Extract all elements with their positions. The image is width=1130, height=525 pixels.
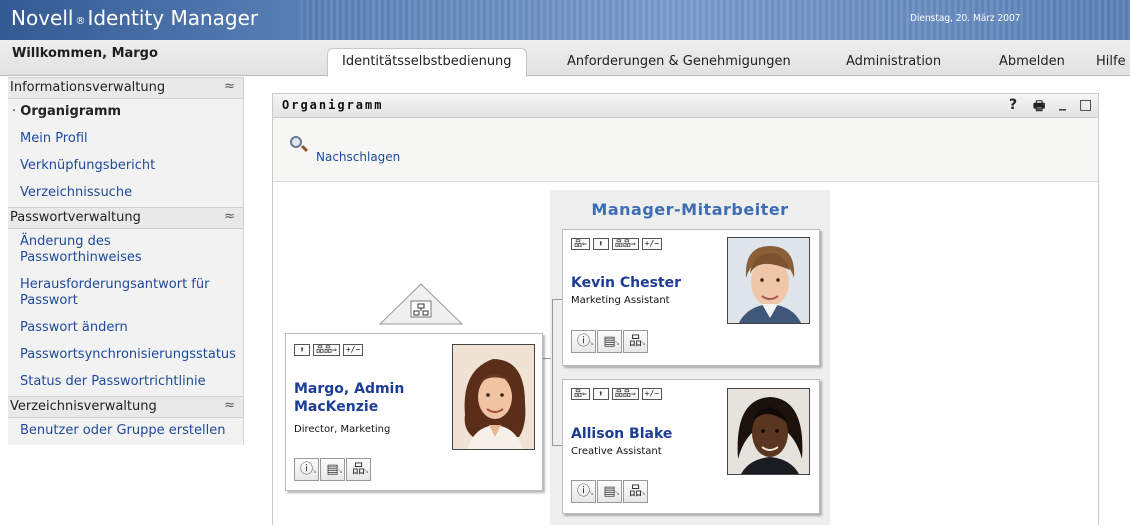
section-body-password: Änderung des Passworthinweises Herausfor…: [8, 229, 244, 396]
collapse-chevron-icon[interactable]: ≈: [224, 398, 235, 413]
person-name-line1: Margo, Admin: [294, 381, 405, 397]
show-manager-button[interactable]: 品⇐: [571, 238, 590, 250]
connector-line: [543, 358, 551, 359]
maximize-icon[interactable]: □: [1079, 97, 1092, 113]
sidebar-item-my-profile[interactable]: Mein Profil: [8, 126, 243, 153]
person-title: Creative Assistant: [571, 446, 662, 457]
show-manager-triangle-icon[interactable]: [379, 283, 463, 325]
tab-administration[interactable]: Administration: [846, 54, 941, 69]
expand-reports-button[interactable]: 品品⇒: [313, 344, 340, 356]
connector-line: [552, 299, 553, 445]
sidebar-item-change-password[interactable]: Passwort ändern: [8, 315, 243, 342]
info-icon[interactable]: ⓘ ↘: [294, 458, 319, 481]
card-action-icons: ⓘ ↘ ▤ ↘ 品 ↘: [571, 330, 649, 353]
print-icon[interactable]: 🖶: [1033, 97, 1045, 119]
sidebar-item-link-report[interactable]: Verknüpfungsbericht: [8, 153, 243, 180]
org-tree-icon[interactable]: 品 ↘: [346, 458, 371, 481]
card-action-icons: ⓘ ↘ ▤ ↘ 品 ↘: [571, 480, 649, 503]
header-banner: Novell ® Identity Manager Dienstag, 20. Mä…: [0, 0, 1130, 40]
org-tree-icon[interactable]: 品 ↘: [623, 330, 648, 353]
section-header-information[interactable]: Informationsverwaltung ≈: [8, 77, 244, 99]
person-card-main: ⬆ 品品⇒ +/− Margo, Admin MacKenzie Directo…: [285, 333, 543, 491]
connector-line: [552, 299, 562, 300]
section-title: Verzeichnisverwaltung: [10, 399, 157, 414]
toggle-button[interactable]: +/−: [641, 238, 663, 250]
card-toolbar: ⬆ 品品⇒ +/−: [294, 344, 364, 356]
card-toolbar: 品⇐ ⬆ 品品⇒ +/−: [571, 388, 663, 400]
minimize-icon[interactable]: _: [1059, 95, 1066, 111]
panel-header: Organigramm ? 🖶 _ □: [273, 94, 1098, 118]
collapse-chevron-icon[interactable]: ≈: [224, 209, 235, 224]
move-up-button[interactable]: ⬆: [592, 388, 609, 400]
section-body-information: Organigramm Mein Profil Verknüpfungsberi…: [8, 99, 244, 207]
help-icon[interactable]: ?: [1009, 97, 1017, 113]
sidebar-item-password-policy-status[interactable]: Status der Passwortrichtlinie: [8, 369, 243, 396]
expand-reports-button[interactable]: 品品⇒: [611, 238, 639, 250]
tab-identity-self-service[interactable]: Identitätsselbstbedienung: [327, 48, 527, 77]
collapse-chevron-icon[interactable]: ≈: [224, 79, 235, 94]
person-name[interactable]: Allison Blake: [571, 425, 672, 443]
section-title: Passwortverwaltung: [10, 210, 141, 225]
sidebar-item-directory-search[interactable]: Verzeichnissuche: [8, 180, 243, 207]
avatar[interactable]: [452, 344, 535, 450]
brand-product: Identity Manager: [87, 6, 259, 30]
sidebar-item-password-hint[interactable]: Änderung des Passworthinweises: [8, 229, 243, 272]
brand-reg: ®: [75, 16, 86, 27]
connector-line: [552, 445, 562, 446]
tab-help[interactable]: Hilfe: [1096, 54, 1126, 69]
email-icon[interactable]: ▤ ↘: [597, 330, 622, 353]
email-icon[interactable]: ▤ ↘: [320, 458, 345, 481]
reports-group-title: Manager-Mitarbeiter: [591, 200, 789, 219]
avatar[interactable]: [727, 388, 810, 475]
person-title: Marketing Assistant: [571, 295, 670, 306]
avatar[interactable]: [727, 237, 810, 324]
sidebar-item-create-user-group[interactable]: Benutzer oder Gruppe erstellen: [8, 418, 243, 445]
person-name-line2: MacKenzie: [294, 399, 379, 415]
magnifier-icon[interactable]: [290, 136, 302, 148]
section-title: Informationsverwaltung: [10, 80, 166, 95]
section-header-password[interactable]: Passwortverwaltung ≈: [8, 207, 244, 229]
brand-name: Novell: [11, 6, 74, 30]
sidebar-item-org-chart[interactable]: Organigramm: [8, 99, 243, 126]
email-icon[interactable]: ▤ ↘: [597, 480, 622, 503]
person-name[interactable]: Kevin Chester: [571, 274, 681, 292]
person-card-report: 品⇐ ⬆ 品品⇒ +/− Kevin Chester Marketing Ass…: [562, 229, 820, 366]
show-manager-button[interactable]: 品⇐: [571, 388, 590, 400]
card-toolbar: 品⇐ ⬆ 品品⇒ +/−: [571, 238, 663, 250]
info-icon[interactable]: ⓘ ↘: [571, 330, 596, 353]
section-body-directory: Benutzer oder Gruppe erstellen: [8, 418, 244, 445]
person-card-report: 品⇐ ⬆ 品品⇒ +/− Allison Blake Creative Assi…: [562, 379, 820, 514]
person-title: Director, Marketing: [294, 424, 391, 435]
sidebar-item-challenge-response[interactable]: Herausforderungsantwort für Passwort: [8, 272, 243, 315]
tab-logout[interactable]: Abmelden: [999, 54, 1065, 69]
panel-title: Organigramm: [282, 98, 384, 112]
toggle-button[interactable]: +/−: [342, 344, 364, 356]
expand-reports-button[interactable]: 品品⇒: [611, 388, 639, 400]
info-icon[interactable]: ⓘ ↘: [571, 480, 596, 503]
card-action-icons: ⓘ ↘ ▤ ↘ 品 ↘: [294, 458, 372, 481]
tab-requests-approvals[interactable]: Anforderungen & Genehmigungen: [567, 54, 791, 69]
sidebar-item-password-sync-status[interactable]: Passwortsynchronisierungsstatus: [8, 342, 243, 369]
section-header-directory[interactable]: Verzeichnisverwaltung ≈: [8, 396, 244, 418]
sidebar: Informationsverwaltung ≈ Organigramm Mei…: [8, 77, 244, 445]
org-tree-icon[interactable]: 品 ↘: [623, 480, 648, 503]
header-date: Dienstag, 20. März 2007: [910, 13, 1021, 24]
move-up-button[interactable]: ⬆: [592, 238, 609, 250]
nav-bar: Willkommen, Margo Identitätsselbstbedien…: [0, 40, 1130, 77]
lookup-link[interactable]: Nachschlagen: [316, 150, 400, 164]
move-up-button[interactable]: ⬆: [294, 344, 310, 356]
welcome-text: Willkommen, Margo: [12, 46, 158, 61]
person-name[interactable]: Margo, Admin MacKenzie: [294, 380, 404, 416]
brand-logo: Novell ® Identity Manager: [11, 6, 258, 30]
toggle-button[interactable]: +/−: [641, 388, 663, 400]
lookup-bar: Nachschlagen: [273, 118, 1098, 182]
